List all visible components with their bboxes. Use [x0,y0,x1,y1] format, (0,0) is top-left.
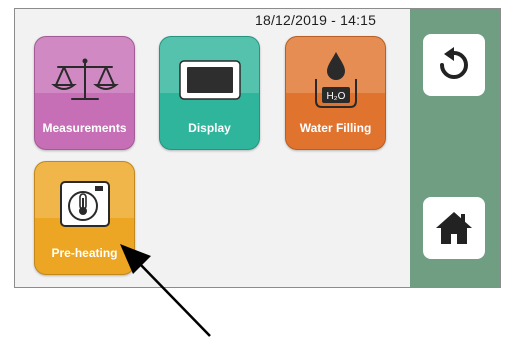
water-filling-label: Water Filling [299,121,372,135]
home-button[interactable] [423,197,485,259]
display-label: Display [188,121,231,135]
measurements-button[interactable]: Measurements [34,36,135,150]
back-button[interactable] [423,34,485,96]
home-icon [436,212,472,244]
display-icon [160,45,259,115]
water-filling-button[interactable]: H₂O Water Filling [285,36,386,150]
water-drop-icon: H₂O [286,45,385,115]
right-sidebar [410,9,500,287]
measurements-label: Measurements [42,121,127,135]
back-arrow-icon [440,47,468,79]
thermometer-icon [35,170,134,240]
h2o-text: H₂O [326,91,345,102]
scale-icon [35,45,134,115]
touch-screen: 18/12/2019 - 14:15 Measurements Display … [14,8,501,288]
pre-heating-label: Pre-heating [51,246,118,260]
datetime-display: 18/12/2019 - 14:15 [255,12,377,28]
display-button[interactable]: Display [159,36,260,150]
pre-heating-button[interactable]: Pre-heating [34,161,135,275]
